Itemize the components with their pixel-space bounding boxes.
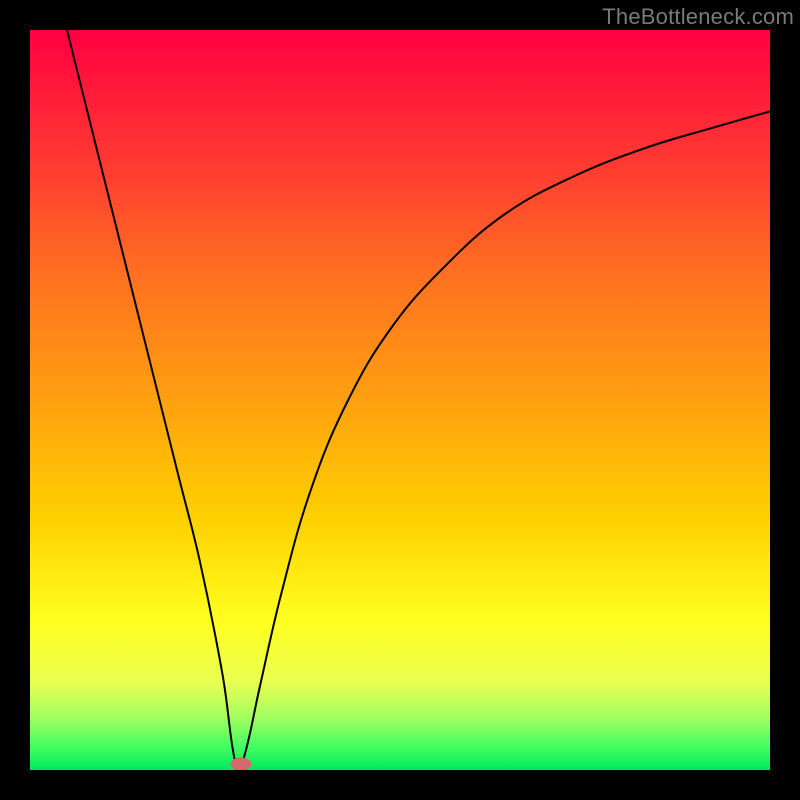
plot-area <box>30 30 770 770</box>
watermark-text: TheBottleneck.com <box>602 4 794 30</box>
bottleneck-curve <box>67 30 770 770</box>
curve-layer <box>30 30 770 770</box>
chart-frame: TheBottleneck.com <box>0 0 800 800</box>
